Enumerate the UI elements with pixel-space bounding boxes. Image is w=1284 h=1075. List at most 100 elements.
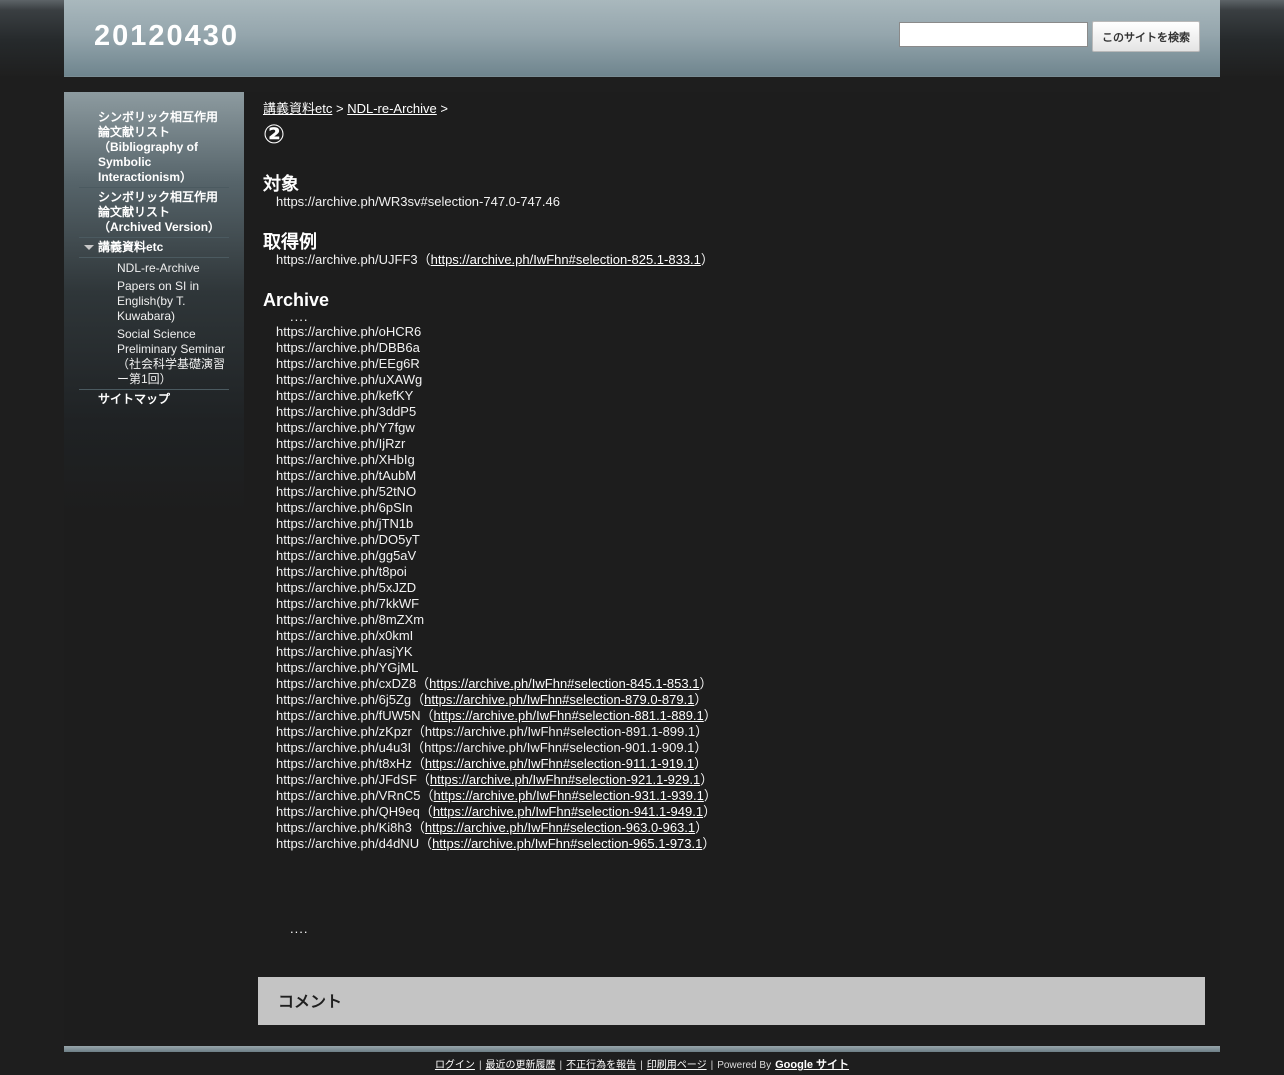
sidebar: シンボリック相互作用論文献リスト（Bibliography of Symboli… xyxy=(64,92,244,1040)
example-link[interactable]: https://archive.ph/IwFhn#selection-825.1… xyxy=(431,252,701,267)
breadcrumb-lecture-materials[interactable]: 講義資料etc xyxy=(263,101,332,116)
breadcrumb-separator: > xyxy=(440,101,448,116)
example-text: https://archive.ph/UJFF3（ xyxy=(276,252,431,267)
archive-selection-link[interactable]: https://archive.ph/IwFhn#selection-881.1… xyxy=(434,708,704,723)
archive-url-text: https://archive.ph/t8xHz（ xyxy=(276,756,425,771)
footer-recent-changes-link[interactable]: 最近の更新履歴 xyxy=(486,1060,556,1071)
search-button[interactable]: このサイトを検索 xyxy=(1092,21,1200,52)
archive-url-text: https://archive.ph/fUW5N（ xyxy=(276,708,434,723)
archive-url-line: https://archive.ph/u4u3I（https://archive… xyxy=(263,740,1208,756)
archive-url-line: https://archive.ph/QH9eq（https://archive… xyxy=(263,804,1208,820)
archive-url-text: https://archive.ph/QH9eq（ xyxy=(276,804,433,819)
archive-url-close: ） xyxy=(700,772,714,787)
sidebar-item-ndl-re-archive[interactable]: NDL-re-Archive xyxy=(79,260,229,278)
archive-url-text: https://archive.ph/zKpzr（https://archive… xyxy=(276,724,709,739)
target-url: https://archive.ph/WR3sv#selection-747.0… xyxy=(276,194,560,209)
archive-url-line: https://archive.ph/jTN1b xyxy=(276,516,414,531)
breadcrumb: 講義資料etc > NDL-re-Archive > xyxy=(263,98,1208,117)
example-line: https://archive.ph/UJFF3（https://archive… xyxy=(263,252,1208,268)
footer-login-link[interactable]: ログイン xyxy=(435,1060,475,1071)
archive-url-close: ） xyxy=(694,692,708,707)
archive-url-text: https://archive.ph/Ki8h3（ xyxy=(276,820,425,835)
archive-url-close: ） xyxy=(702,836,716,851)
archive-url-line: https://archive.ph/d4dNU（https://archive… xyxy=(263,836,1208,852)
example-close: ） xyxy=(700,252,714,267)
sidebar-item-lecture-materials[interactable]: 講義資料etc xyxy=(79,240,229,258)
site-header: 20120430 このサイトを検索 xyxy=(64,0,1220,77)
sidebar-nav: シンボリック相互作用論文献リスト（Bibliography of Symboli… xyxy=(79,110,229,411)
sidebar-item-papers-on-si[interactable]: Papers on SI in English(by T. Kuwabara) xyxy=(79,278,229,326)
page-title: ② xyxy=(263,119,286,149)
archive-url-line: https://archive.ph/6pSIn xyxy=(276,500,413,515)
archive-selection-link[interactable]: https://archive.ph/IwFhn#selection-911.1… xyxy=(425,756,694,771)
archive-url-line: https://archive.ph/gg5aV xyxy=(276,548,417,563)
sidebar-item-social-science-seminar[interactable]: Social Science Preliminary Seminar（社会科学基… xyxy=(79,326,229,390)
breadcrumb-ndl-re-archive[interactable]: NDL-re-Archive xyxy=(347,101,437,116)
archive-selection-link[interactable]: https://archive.ph/IwFhn#selection-879.0… xyxy=(424,692,694,707)
archive-url-line: https://archive.ph/t8poi xyxy=(276,564,407,579)
archive-url-text: https://archive.ph/u4u3I（https://archive… xyxy=(276,740,708,755)
comments-heading: コメント xyxy=(278,994,343,1011)
archive-selection-link[interactable]: https://archive.ph/IwFhn#selection-963.0… xyxy=(425,820,695,835)
archive-url-text: https://archive.ph/d4dNU（ xyxy=(276,836,433,851)
footer-print-page-link[interactable]: 印刷用ページ xyxy=(647,1060,707,1071)
archive-url-line: https://archive.ph/52tNO xyxy=(276,484,417,499)
target-heading: 対象 xyxy=(263,174,299,194)
archive-url-line: https://archive.ph/XHbIg xyxy=(276,452,415,467)
sidebar-item-sitemap[interactable]: サイトマップ xyxy=(79,392,229,409)
search-input[interactable] xyxy=(899,22,1088,47)
archive-url-line: https://archive.ph/Y7fgw xyxy=(276,420,415,435)
archive-selection-link[interactable]: https://archive.ph/IwFhn#selection-931.1… xyxy=(434,788,704,803)
archive-url-line: https://archive.ph/kefKY xyxy=(276,388,414,403)
comments-section: コメント xyxy=(258,977,1205,1025)
ellipsis-bottom: .... xyxy=(290,921,309,936)
archive-url-line: https://archive.ph/3ddP5 xyxy=(276,404,417,419)
archive-selection-link[interactable]: https://archive.ph/IwFhn#selection-965.1… xyxy=(432,836,702,851)
archive-selection-link[interactable]: https://archive.ph/IwFhn#selection-941.1… xyxy=(433,804,703,819)
example-heading: 取得例 xyxy=(263,232,317,252)
archive-url-line: https://archive.ph/IjRzr xyxy=(276,436,406,451)
archive-url-line: https://archive.ph/DBB6a xyxy=(276,340,420,355)
footer-powered-by: Powered By xyxy=(717,1060,772,1071)
archive-url-close: ） xyxy=(695,820,709,835)
archive-selection-link[interactable]: https://archive.ph/IwFhn#selection-845.1… xyxy=(429,676,699,691)
archive-url-line: https://archive.ph/EEg6R xyxy=(276,356,420,371)
archive-url-line: https://archive.ph/zKpzr（https://archive… xyxy=(263,724,1208,740)
archive-url-text: https://archive.ph/VRnC5（ xyxy=(276,788,434,803)
footer-divider xyxy=(64,1046,1220,1052)
archive-url-line: https://archive.ph/t8xHz（https://archive… xyxy=(263,756,1208,772)
archive-url-close: ） xyxy=(703,788,717,803)
archive-url-line: https://archive.ph/tAubM xyxy=(276,468,417,483)
collapse-triangle-icon[interactable] xyxy=(84,245,94,250)
sidebar-item-label: 講義資料etc xyxy=(98,240,164,254)
archive-url-line: https://archive.ph/YGjML xyxy=(276,660,419,675)
footer-google-sites-link[interactable]: Google サイト xyxy=(775,1059,849,1071)
sidebar-item-bibliography-archived[interactable]: シンボリック相互作用論文献リスト（Archived Version） xyxy=(79,190,229,238)
footer-report-abuse-link[interactable]: 不正行為を報告 xyxy=(566,1060,636,1071)
site-title[interactable]: 20120430 xyxy=(94,20,239,53)
archive-url-close: ） xyxy=(694,756,708,771)
breadcrumb-separator: > xyxy=(335,101,344,116)
archive-url-line: https://archive.ph/5xJZD xyxy=(276,580,417,595)
main-content: 講義資料etc > NDL-re-Archive > ② 対象 https://… xyxy=(263,92,1208,936)
archive-url-line: https://archive.ph/asjYK xyxy=(276,644,413,659)
archive-url-line: https://archive.ph/JFdSF（https://archive… xyxy=(263,772,1208,788)
archive-url-line: https://archive.ph/DO5yT xyxy=(276,532,420,547)
ellipsis-top: .... xyxy=(290,309,309,324)
archive-url-line: https://archive.ph/uXAWg xyxy=(276,372,423,387)
footer-separator: | xyxy=(640,1060,643,1071)
archive-url-close: ） xyxy=(699,676,713,691)
archive-heading: Archive xyxy=(263,290,330,310)
archive-url-line: https://archive.ph/8mZXm xyxy=(276,612,425,627)
archive-url-line: https://archive.ph/VRnC5（https://archive… xyxy=(263,788,1208,804)
footer-separator: | xyxy=(559,1060,563,1071)
sidebar-item-bibliography[interactable]: シンボリック相互作用論文献リスト（Bibliography of Symboli… xyxy=(79,110,229,188)
content-wrapper: シンボリック相互作用論文献リスト（Bibliography of Symboli… xyxy=(64,92,1220,1040)
archive-url-text: https://archive.ph/cxDZ8（ xyxy=(276,676,430,691)
archive-url-text: https://archive.ph/6j5Zg（ xyxy=(276,692,425,707)
archive-url-close: ） xyxy=(703,708,717,723)
footer-separator: | xyxy=(478,1060,482,1071)
archive-url-line: https://archive.ph/x0kmI xyxy=(276,628,414,643)
archive-selection-link[interactable]: https://archive.ph/IwFhn#selection-921.1… xyxy=(430,772,700,787)
footer-separator: | xyxy=(710,1060,714,1071)
